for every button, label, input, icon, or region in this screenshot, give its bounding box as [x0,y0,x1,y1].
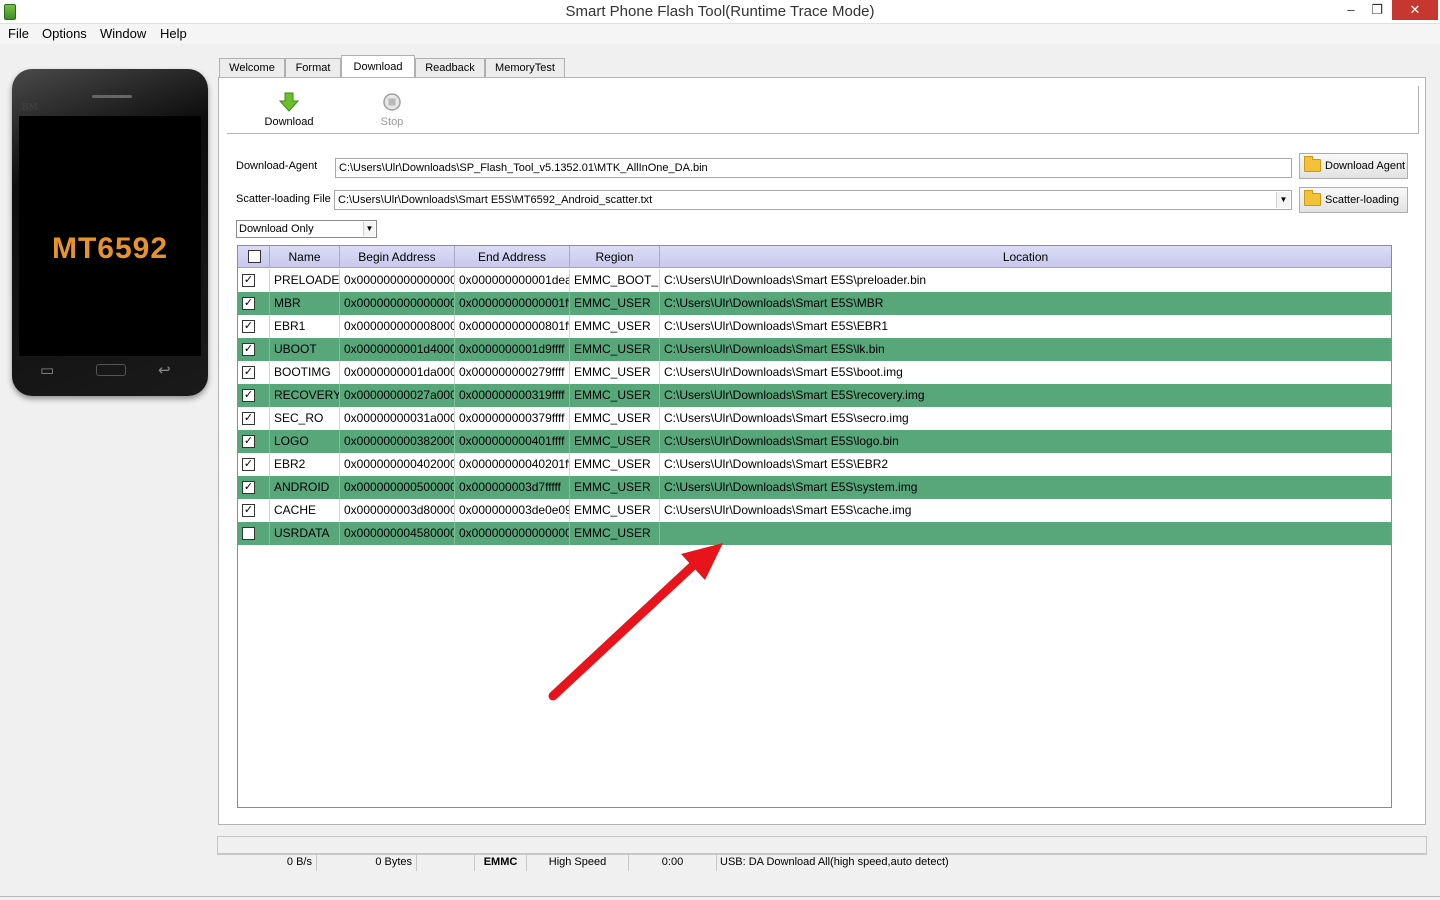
phone-brand: BM [22,103,38,113]
menu-bar: File Options Window Help [0,24,1440,44]
tab-readback[interactable]: Readback [415,58,485,78]
status-time: 0:00 [629,855,717,871]
status-blank [417,855,475,871]
menu-options[interactable]: Options [42,26,87,41]
menu-file[interactable]: File [8,26,29,41]
progress-bar [217,836,1427,854]
bottom-strip [0,896,1440,900]
home-key-icon [96,364,126,376]
status-bar: 0 B/s 0 Bytes EMMC High Speed 0:00 USB: … [217,854,1427,871]
chip-model: MT6592 [51,232,169,265]
maximize-button[interactable]: ❐ [1364,0,1390,20]
phone-buttons: ▭ ↩ [12,361,208,383]
back-key-icon: ↩ [158,362,171,379]
minimize-button[interactable]: ‒ [1338,0,1364,20]
annotation-arrow-icon [548,543,723,701]
phone-speaker [92,95,132,98]
download-panel: Download Stop Download-Agent C:\Users\Ul… [218,77,1426,825]
menu-window[interactable]: Window [100,26,146,41]
menu-key-icon: ▭ [40,362,55,379]
phone-illustration: BM MT6592 ▭ ↩ [12,69,208,396]
tab-memorytest[interactable]: MemoryTest [485,58,565,78]
status-mode: High Speed [527,855,629,871]
title-bar: Smart Phone Flash Tool(Runtime Trace Mod… [0,0,1440,24]
close-button[interactable]: ✕ [1392,0,1438,20]
tab-download[interactable]: Download [341,55,415,78]
status-speed: 0 B/s [217,855,317,871]
status-bytes: 0 Bytes [317,855,417,871]
tab-format[interactable]: Format [285,58,341,78]
menu-help[interactable]: Help [160,26,187,41]
window-title: Smart Phone Flash Tool(Runtime Trace Mod… [565,3,875,20]
status-storage: EMMC [475,855,527,871]
status-usb: USB: DA Download All(high speed,auto det… [720,856,949,868]
tab-welcome[interactable]: Welcome [219,58,285,78]
